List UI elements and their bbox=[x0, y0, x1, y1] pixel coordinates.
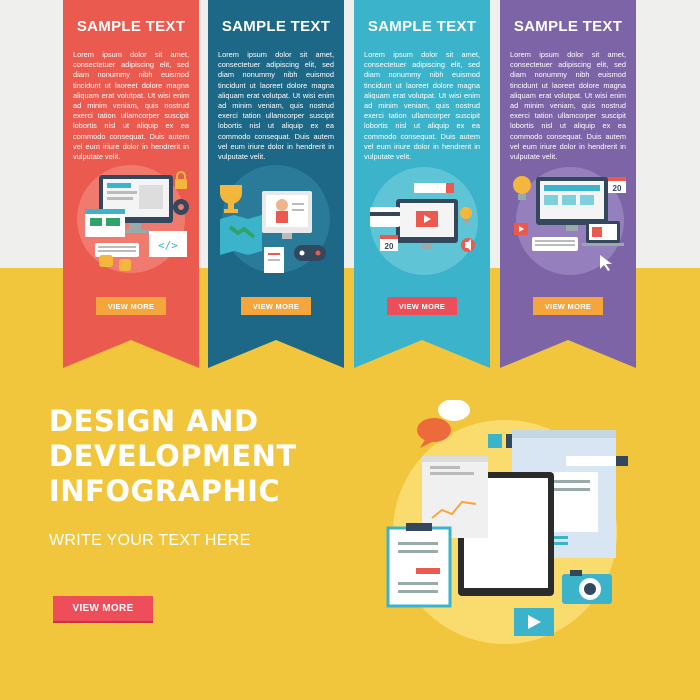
banner-illustration: 20 bbox=[513, 167, 626, 275]
search-bar bbox=[566, 456, 628, 466]
main-view-more-button[interactable]: VIEW MORE bbox=[53, 596, 153, 621]
monitor-icon bbox=[262, 191, 312, 239]
video-play-icon bbox=[514, 223, 528, 235]
main-title-line-2: DEVELOPMENT bbox=[49, 439, 297, 473]
banner-title: SAMPLE TEXT bbox=[367, 18, 477, 35]
banner-illustration: 20 bbox=[370, 167, 478, 275]
svg-text:</>: </> bbox=[158, 239, 178, 252]
banner-title: SAMPLE TEXT bbox=[513, 18, 623, 35]
gear-icon bbox=[173, 199, 189, 215]
laptop-icon bbox=[582, 221, 624, 246]
calendar-icon: 20 bbox=[380, 235, 398, 251]
calendar-day: 20 bbox=[613, 184, 622, 193]
view-more-button[interactable]: VIEW MORE bbox=[96, 297, 166, 315]
keyboard-icon bbox=[532, 237, 578, 251]
search-bar bbox=[414, 183, 454, 193]
keyboard-icon bbox=[95, 243, 139, 257]
banner-title: SAMPLE TEXT bbox=[221, 18, 331, 35]
gamepad-icon bbox=[294, 245, 326, 261]
view-more-button[interactable]: VIEW MORE bbox=[533, 297, 603, 315]
subtitle: WRITE YOUR TEXT HERE bbox=[49, 532, 251, 549]
main-title-line-1: DESIGN AND bbox=[49, 404, 259, 438]
clipboard-icon bbox=[386, 523, 452, 608]
view-more-button[interactable]: VIEW MORE bbox=[241, 297, 311, 315]
video-play-icon bbox=[514, 608, 554, 636]
view-more-button[interactable]: VIEW MORE bbox=[387, 297, 457, 315]
banner-illustration bbox=[220, 165, 330, 273]
speaker-icon bbox=[461, 238, 475, 252]
clipboard-icon bbox=[264, 247, 284, 273]
banner-illustration: </> bbox=[77, 165, 189, 273]
camera-icon bbox=[562, 570, 612, 604]
calendar-day: 20 bbox=[385, 242, 394, 251]
main-title: DESIGN AND DEVELOPMENT INFOGRAPHIC bbox=[49, 404, 349, 509]
monitor-icon bbox=[396, 199, 458, 249]
code-window-icon: </> bbox=[149, 231, 187, 257]
banner-body-text: Lorem ipsum dolor sit amet, consectetuer… bbox=[364, 50, 480, 162]
main-title-line-3: INFOGRAPHIC bbox=[49, 474, 281, 508]
banner-body-text: Lorem ipsum dolor sit amet, consectetuer… bbox=[73, 50, 189, 162]
map-icon bbox=[220, 215, 262, 255]
lock-icon bbox=[175, 171, 187, 189]
credit-card-icon bbox=[370, 207, 400, 227]
banner-1: SAMPLE TEXT Lorem ipsum dolor sit amet, … bbox=[63, 0, 199, 368]
calendar-icon: 20 bbox=[608, 177, 626, 193]
code-window-icon bbox=[85, 209, 125, 237]
banner-body-text: Lorem ipsum dolor sit amet, consectetuer… bbox=[218, 50, 334, 162]
banner-3: SAMPLE TEXT Lorem ipsum dolor sit amet, … bbox=[354, 0, 490, 368]
hero-illustration bbox=[386, 400, 628, 644]
banner-title: SAMPLE TEXT bbox=[76, 18, 186, 35]
banner-4: SAMPLE TEXT Lorem ipsum dolor sit amet, … bbox=[500, 0, 636, 368]
banner-body-text: Lorem ipsum dolor sit amet, consectetuer… bbox=[510, 50, 626, 162]
banner-2: SAMPLE TEXT Lorem ipsum dolor sit amet, … bbox=[208, 0, 344, 368]
